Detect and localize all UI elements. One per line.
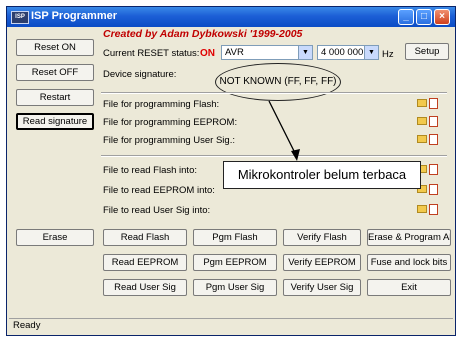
isp-programmer-window: ISP ISP Programmer _ □ × Created by Adam… (6, 6, 456, 336)
fuse-lock-bits-button[interactable]: Fuse and lock bits (367, 254, 451, 271)
verify-eeprom-button[interactable]: Verify EEPROM (283, 254, 361, 271)
status-bar: Ready (9, 318, 453, 333)
pgm-flash-button[interactable]: Pgm Flash (193, 229, 277, 246)
erase-button[interactable]: Erase (16, 229, 94, 246)
verify-flash-button[interactable]: Verify Flash (283, 229, 361, 246)
verify-user-sig-button[interactable]: Verify User Sig (283, 279, 361, 296)
annotation-callout: Mikrokontroler belum terbaca (223, 161, 421, 189)
pgm-user-sig-button[interactable]: Pgm User Sig (193, 279, 277, 296)
exit-button[interactable]: Exit (367, 279, 451, 296)
read-flash-button[interactable]: Read Flash (103, 229, 187, 246)
pgm-eeprom-button[interactable]: Pgm EEPROM (193, 254, 277, 271)
read-eeprom-button[interactable]: Read EEPROM (103, 254, 187, 271)
erase-program-all-button[interactable]: Erase & Program All (367, 229, 451, 246)
read-user-sig-button[interactable]: Read User Sig (103, 279, 187, 296)
